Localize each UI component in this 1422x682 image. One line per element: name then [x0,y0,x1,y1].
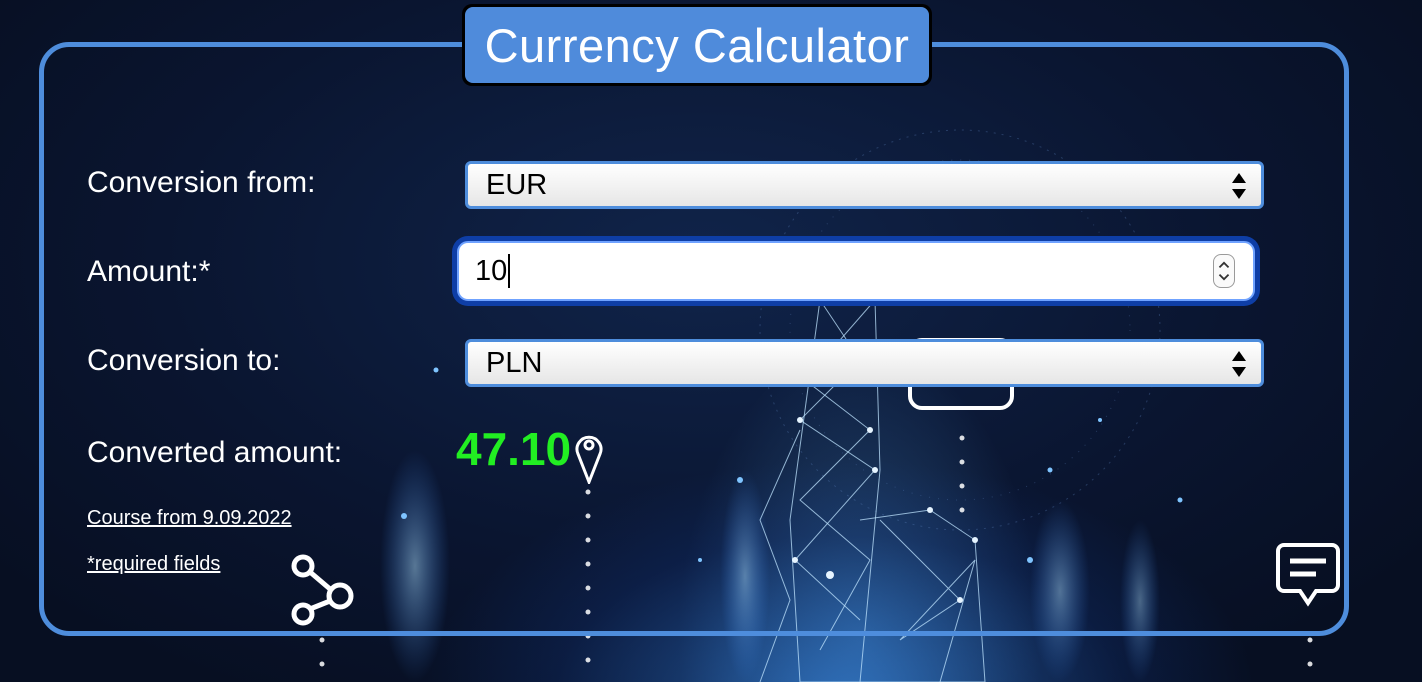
required-fields-link[interactable]: *required fields [87,553,220,576]
updown-arrows-icon [1232,351,1246,377]
from-currency-select[interactable]: EUR [465,161,1264,209]
location-pin-icon [575,435,603,484]
converted-amount: 47.10 [456,423,572,475]
from-currency-value: EUR [486,168,548,201]
number-spinner-icon[interactable] [1213,254,1235,288]
to-label: Conversion to: [87,344,281,377]
title-tab: Currency Calculator [462,4,932,86]
to-currency-select[interactable]: PLN [465,339,1264,387]
to-currency-value: PLN [486,346,543,379]
amount-value: 10 [475,254,508,287]
page-title: Currency Calculator [465,7,929,83]
text-caret [508,254,511,288]
amount-label: Amount:* [87,255,211,288]
share-nodes-icon [291,554,354,626]
converted-label: Converted amount: [87,436,343,469]
message-icon [1276,543,1340,607]
course-date-link[interactable]: Course from 9.09.2022 [87,507,292,530]
from-label: Conversion from: [87,166,316,199]
amount-field-focus-ring: 10 [452,236,1260,306]
updown-arrows-icon [1232,173,1246,199]
amount-input[interactable]: 10 [457,241,1255,301]
